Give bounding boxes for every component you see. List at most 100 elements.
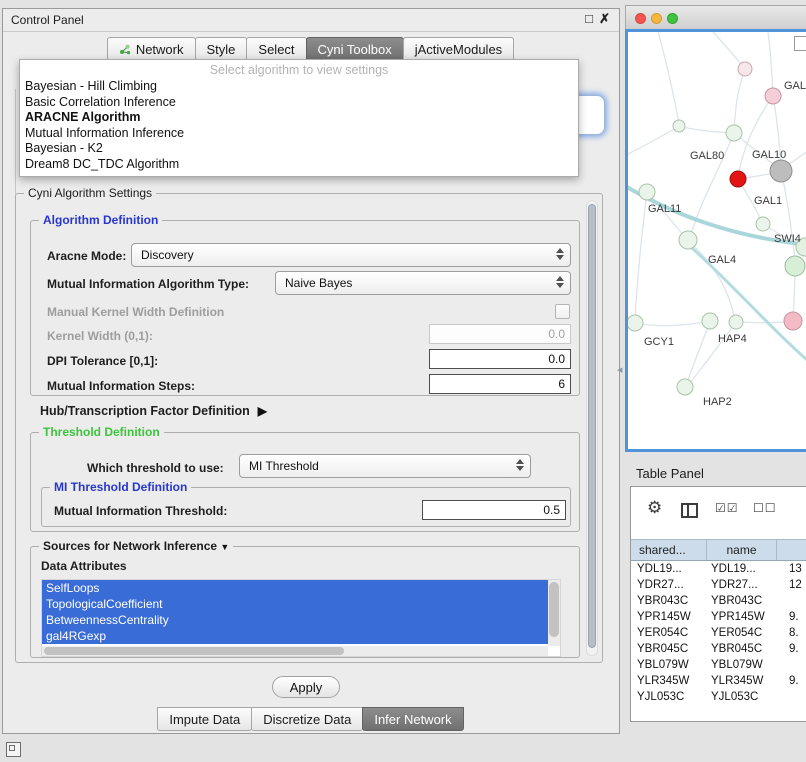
attribute-item-gal4rgexp[interactable]: gal4RGexp <box>42 628 548 644</box>
network-window-titlebar[interactable] <box>625 5 806 29</box>
tab-label: Impute Data <box>169 712 240 727</box>
network-canvas[interactable]: GAL7GAL80GAL10GAL11GAL1SWI4GAL4GCY1HAP4H… <box>625 29 806 452</box>
kernel-width-field[interactable]: 0.0 <box>429 324 571 344</box>
hub-definition-label: Hub/Transcription Factor Definition <box>40 404 250 418</box>
network-node[interactable] <box>784 312 802 330</box>
splitpane-collapse-handle[interactable]: ◀ <box>617 366 622 374</box>
select-all-icon[interactable]: ☑☑ <box>715 501 739 515</box>
columns-icon[interactable] <box>681 503 698 518</box>
attributes-vscrollbar-thumb[interactable] <box>549 582 559 637</box>
network-node-hap2[interactable] <box>677 379 693 395</box>
table-cell: 13 <box>777 561 806 577</box>
algorithm-option-bayesian-hill-climbing[interactable]: Bayesian - Hill Climbing <box>20 79 578 95</box>
which-threshold-combo[interactable]: MI Threshold <box>239 454 531 478</box>
tab-label: Discretize Data <box>263 712 351 727</box>
tab-label: jActiveModules <box>415 42 502 57</box>
node-label-gal7: GAL7 <box>784 80 806 92</box>
node-label-gal1: GAL1 <box>754 195 782 207</box>
dpi-tolerance-field[interactable]: 0.0 <box>429 349 571 369</box>
attributes-hscrollbar-thumb[interactable] <box>44 647 344 655</box>
sources-group-title[interactable]: Sources for Network Inference ▼ <box>39 539 233 553</box>
table-column-header-name[interactable]: name <box>707 540 777 560</box>
attribute-item-betweennesscentrality[interactable]: BetweennessCentrality <box>42 612 548 628</box>
tab-infer-network[interactable]: Infer Network <box>362 707 463 731</box>
cyni-algorithm-settings-group: Cyni Algorithm Settings Algorithm Defini… <box>15 193 603 663</box>
network-node-gal4[interactable] <box>679 231 697 249</box>
algorithm-option-mutual-information-inference[interactable]: Mutual Information Inference <box>20 126 578 142</box>
network-node-hap4[interactable] <box>702 313 718 329</box>
mi-threshold-field[interactable]: 0.5 <box>422 500 566 520</box>
algorithm-option-bayesian-k2[interactable]: Bayesian - K2 <box>20 141 578 157</box>
network-node-gal80[interactable] <box>726 125 742 141</box>
which-threshold-value: MI Threshold <box>249 459 319 473</box>
table-row[interactable]: YBR043CYBR043C <box>631 593 806 609</box>
attribute-item-selfloops[interactable]: SelfLoops <box>42 580 548 596</box>
manual-kernel-width-checkbox[interactable] <box>555 304 570 319</box>
apply-button[interactable]: Apply <box>272 676 340 698</box>
float-window-icon[interactable]: □ <box>585 11 593 26</box>
mi-algorithm-type-value: Naive Bayes <box>285 276 352 290</box>
tab-label: Select <box>258 42 294 57</box>
birdseye-view-box[interactable] <box>794 36 806 51</box>
node-label-gal4: GAL4 <box>708 254 736 266</box>
network-node-gal11[interactable] <box>639 184 655 200</box>
table-row[interactable]: YPR145WYPR145W9. <box>631 609 806 625</box>
tab-impute-data[interactable]: Impute Data <box>157 707 252 731</box>
algorithm-option-aracne-algorithm[interactable]: ARACNE Algorithm <box>20 110 578 126</box>
table-row[interactable]: YBR045CYBR045C9. <box>631 641 806 657</box>
manual-kernel-width-label: Manual Kernel Width Definition <box>47 305 224 319</box>
algorithm-option-basic-correlation-inference[interactable]: Basic Correlation Inference <box>20 95 578 111</box>
network-node-gcy1[interactable] <box>628 315 643 331</box>
algorithm-dropdown-popup: Select algorithm to view settings Bayesi… <box>19 59 579 177</box>
tab-select[interactable]: Select <box>246 37 306 61</box>
network-svg: GAL7GAL80GAL10GAL11GAL1SWI4GAL4GCY1HAP4H… <box>628 32 806 450</box>
network-node-gal10[interactable] <box>770 160 792 182</box>
mi-threshold-label: Mutual Information Threshold: <box>54 504 227 518</box>
gear-icon[interactable]: ⚙ <box>647 498 662 518</box>
network-node[interactable] <box>785 256 805 276</box>
mi-algorithm-type-combo[interactable]: Naive Bayes <box>275 271 571 295</box>
close-window-icon[interactable]: ✗ <box>599 11 610 27</box>
network-node[interactable] <box>730 171 746 187</box>
network-node-gal7[interactable] <box>765 88 781 104</box>
hub-definition-toggle[interactable]: Hub/Transcription Factor Definition ▶ <box>40 404 267 418</box>
mi-steps-field[interactable]: 6 <box>429 374 571 394</box>
attribute-item-topologicalcoefficient[interactable]: TopologicalCoefficient <box>42 596 548 612</box>
tab-cyni-toolbox[interactable]: Cyni Toolbox <box>306 37 404 61</box>
close-traffic-light-icon[interactable] <box>635 13 646 24</box>
table-cell: YJL053C <box>631 689 707 705</box>
tab-label: Infer Network <box>374 712 451 727</box>
tab-jactivemodules[interactable]: jActiveModules <box>403 37 514 61</box>
network-node[interactable] <box>738 62 752 76</box>
network-node-gal1[interactable] <box>756 217 770 231</box>
deselect-all-icon[interactable]: ☐☐ <box>753 501 777 515</box>
tab-network[interactable]: Network <box>107 37 196 61</box>
bottom-tabbar: Impute Data Discretize Data Infer Network <box>3 707 619 733</box>
mi-algorithm-type-label: Mutual Information Algorithm Type: <box>47 277 249 291</box>
minimize-traffic-light-icon[interactable] <box>651 13 662 24</box>
node-label-gal11: GAL11 <box>648 203 681 215</box>
network-edge <box>679 126 732 133</box>
network-node[interactable] <box>673 120 685 132</box>
tab-discretize-data[interactable]: Discretize Data <box>251 707 363 731</box>
table-row[interactable]: YDR27...YDR27...12 <box>631 577 806 593</box>
settings-scrollbar-thumb[interactable] <box>588 204 596 648</box>
network-edge <box>713 32 741 64</box>
screen: Control Panel □ ✗ NetworkStyleSelectCyni… <box>0 0 806 762</box>
table-column-header-2[interactable] <box>777 540 806 560</box>
expand-arrow-icon: ▶ <box>258 404 267 418</box>
network-node[interactable] <box>729 315 743 329</box>
network-edge <box>635 192 647 321</box>
table-row[interactable]: YLR345WYLR345W9. <box>631 673 806 689</box>
zoom-traffic-light-icon[interactable] <box>667 13 678 24</box>
show-hidden-panel-icon[interactable] <box>6 742 21 757</box>
tab-style[interactable]: Style <box>195 37 248 61</box>
table-row[interactable]: YER054CYER054C8. <box>631 625 806 641</box>
node-label-gal80: GAL80 <box>690 150 724 162</box>
table-row[interactable]: YDL19...YDL19...13 <box>631 561 806 577</box>
table-row[interactable]: YJL053CYJL053C <box>631 689 806 705</box>
aracne-mode-combo[interactable]: Discovery <box>131 243 571 267</box>
algorithm-option-dream8-dc-tdc-algorithm[interactable]: Dream8 DC_TDC Algorithm <box>20 157 578 173</box>
table-column-header-shared[interactable]: shared... <box>631 540 707 560</box>
table-row[interactable]: YBL079WYBL079W <box>631 657 806 673</box>
